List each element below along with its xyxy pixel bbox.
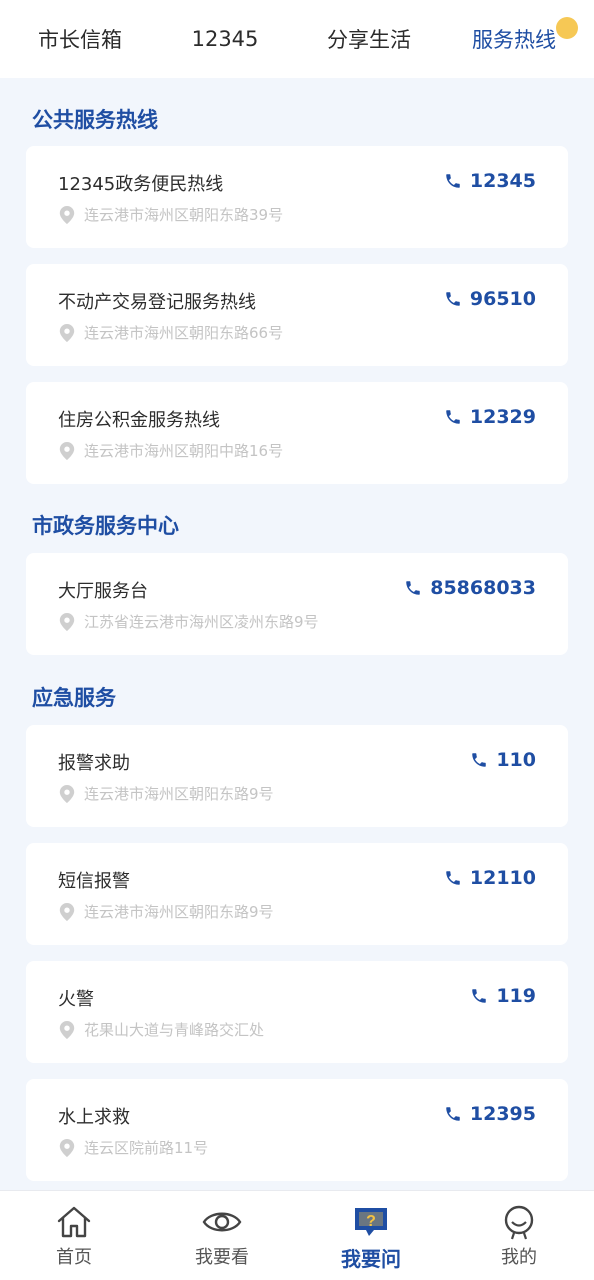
svg-text:?: ?: [366, 1213, 376, 1230]
phone-icon: [446, 174, 460, 188]
profile-icon: [499, 1203, 539, 1241]
phone-number: 12329: [469, 406, 536, 428]
tab-label: 服务热线: [472, 28, 556, 52]
tab-label: 12345: [191, 27, 259, 51]
hotline-card[interactable]: 住房公积金服务热线 12329 连云港市海州区朝阳中路16号: [26, 382, 568, 484]
eye-icon: [202, 1203, 242, 1241]
phone-number: 96510: [469, 288, 536, 310]
address-text: 连云港市海州区朝阳东路39号: [84, 206, 284, 224]
phone-icon: [446, 410, 460, 424]
location-pin-icon: [59, 441, 75, 460]
hotline-address: 连云港市海州区朝阳东路9号: [58, 901, 274, 922]
top-tab-bar: 市长信箱 12345 分享生活 服务热线: [0, 0, 594, 78]
location-pin-icon: [59, 323, 75, 342]
address-text: 连云区院前路11号: [84, 1139, 209, 1157]
address-text: 连云港市海州区朝阳东路9号: [84, 903, 274, 921]
location-pin-icon: [59, 1138, 75, 1157]
hotline-name: 火警: [58, 989, 94, 1010]
hotline-list[interactable]: 公共服务热线 12345政务便民热线 12345 连云港市海州区朝阳东路39号 …: [0, 78, 594, 1190]
hotline-name: 大厅服务台: [58, 581, 148, 602]
bottom-nav-bar: 首页 我要看 ? 我要问 我的: [0, 1190, 594, 1280]
hotline-address: 连云港市海州区朝阳东路9号: [58, 783, 274, 804]
hotline-phone[interactable]: 85868033: [404, 577, 536, 599]
hotline-address: 花果山大道与青峰路交汇处: [58, 1019, 264, 1040]
phone-icon: [472, 989, 487, 1003]
location-pin-icon: [59, 902, 75, 921]
address-text: 江苏省连云港市海州区凌州东路9号: [84, 613, 319, 631]
hotline-phone[interactable]: 12345: [444, 170, 536, 192]
nav-item-mine[interactable]: 我的: [445, 1191, 593, 1280]
hotline-address: 连云港市海州区朝阳东路66号: [58, 322, 283, 343]
phone-number: 12395: [469, 1103, 536, 1125]
nav-item-watch[interactable]: 我要看: [148, 1191, 296, 1280]
hotline-name: 水上求救: [58, 1107, 130, 1128]
hotline-phone[interactable]: 96510: [444, 288, 536, 310]
hotline-address: 连云区院前路11号: [58, 1137, 208, 1158]
hotline-phone[interactable]: 12110: [444, 867, 536, 889]
nav-label: 我的: [501, 1247, 537, 1268]
home-icon: [54, 1203, 94, 1241]
hotline-address: 连云港市海州区朝阳中路16号: [58, 440, 283, 461]
question-chat-icon: ?: [351, 1203, 391, 1241]
hotline-card[interactable]: 12345政务便民热线 12345 连云港市海州区朝阳东路39号: [26, 146, 568, 248]
address-text: 连云港市海州区朝阳中路16号: [84, 442, 284, 460]
hotline-name: 报警求助: [58, 753, 130, 774]
hotline-phone[interactable]: 12395: [444, 1103, 536, 1125]
phone-icon: [446, 871, 460, 885]
nav-item-ask[interactable]: ? 我要问: [297, 1191, 445, 1280]
tab-share-life[interactable]: 分享生活: [318, 0, 420, 78]
hotline-address: 江苏省连云港市海州区凌州东路9号: [58, 611, 319, 632]
tab-label: 市长信箱: [38, 28, 122, 52]
tab-12345[interactable]: 12345: [180, 0, 270, 78]
section-title-public-hotline: 公共服务热线: [32, 108, 158, 132]
hotline-name: 短信报警: [58, 871, 130, 892]
phone-number: 110: [496, 749, 536, 771]
app-screen: 市长信箱 12345 分享生活 服务热线 公共服务热线 12345政务便民热线 …: [0, 0, 594, 1280]
phone-number: 119: [496, 985, 536, 1007]
hotline-card[interactable]: 报警求助 110 连云港市海州区朝阳东路9号: [26, 725, 568, 827]
hotline-card[interactable]: 不动产交易登记服务热线 96510 连云港市海州区朝阳东路66号: [26, 264, 568, 366]
hotline-name: 12345政务便民热线: [58, 174, 224, 195]
nav-item-home[interactable]: 首页: [0, 1191, 148, 1280]
active-tab-dot: [556, 17, 578, 39]
hotline-name: 住房公积金服务热线: [58, 410, 220, 431]
hotline-card[interactable]: 火警 119 花果山大道与青峰路交汇处: [26, 961, 568, 1063]
tab-label: 分享生活: [327, 28, 411, 52]
hotline-address: 连云港市海州区朝阳东路39号: [58, 204, 283, 225]
phone-number: 12345: [469, 170, 536, 192]
address-text: 连云港市海州区朝阳东路66号: [84, 324, 284, 342]
phone-icon: [446, 1107, 460, 1121]
phone-icon: [472, 753, 487, 767]
tab-service-hotline[interactable]: 服务热线: [462, 0, 578, 78]
nav-label: 首页: [56, 1247, 92, 1268]
tab-mayor-mailbox[interactable]: 市长信箱: [30, 0, 130, 78]
phone-icon: [406, 581, 420, 595]
location-pin-icon: [59, 1020, 75, 1039]
hotline-card[interactable]: 大厅服务台 85868033 江苏省连云港市海州区凌州东路9号: [26, 553, 568, 655]
nav-label: 我要问: [341, 1247, 401, 1271]
phone-number: 85868033: [430, 577, 536, 599]
hotline-card[interactable]: 短信报警 12110 连云港市海州区朝阳东路9号: [26, 843, 568, 945]
location-pin-icon: [59, 784, 75, 803]
hotline-phone[interactable]: 110: [470, 749, 536, 771]
address-text: 花果山大道与青峰路交汇处: [84, 1021, 265, 1039]
nav-label: 我要看: [195, 1247, 249, 1268]
hotline-card[interactable]: 水上求救 12395 连云区院前路11号: [26, 1079, 568, 1181]
location-pin-icon: [59, 205, 75, 224]
hotline-phone[interactable]: 119: [470, 985, 536, 1007]
location-pin-icon: [59, 612, 75, 631]
phone-icon: [446, 292, 460, 306]
hotline-phone[interactable]: 12329: [444, 406, 536, 428]
hotline-name: 不动产交易登记服务热线: [58, 292, 256, 313]
section-title-service-center: 市政务服务中心: [32, 514, 179, 538]
section-title-emergency: 应急服务: [32, 686, 116, 710]
address-text: 连云港市海州区朝阳东路9号: [84, 785, 274, 803]
phone-number: 12110: [469, 867, 536, 889]
